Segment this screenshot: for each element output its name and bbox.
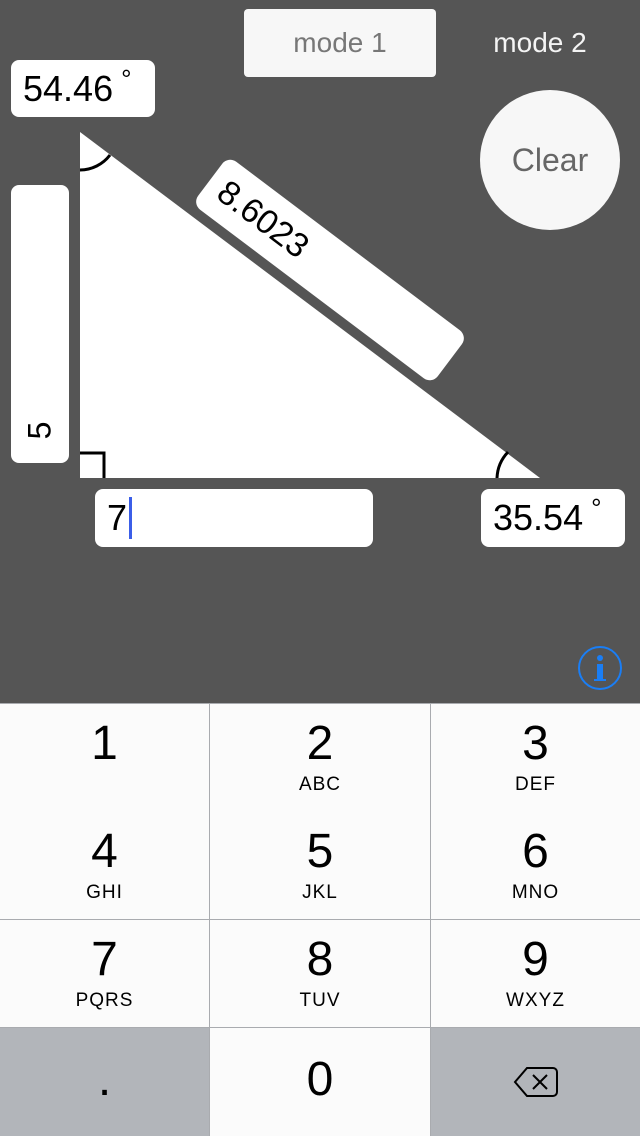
key-digit: 0 bbox=[306, 1053, 334, 1106]
key-5[interactable]: 5 JKL bbox=[210, 812, 430, 919]
key-letters: MNO bbox=[511, 882, 560, 903]
info-icon[interactable] bbox=[577, 645, 623, 691]
degree-symbol: ° bbox=[591, 493, 602, 523]
key-digit: 6 bbox=[522, 825, 549, 878]
side-horizontal-field[interactable]: 7 bbox=[95, 489, 373, 547]
numeric-keypad: 1 2 ABC 3 DEF 4 GHI 5 JKL 6 MNO 7 PQRS 8 TUV 9 WXYZ. 0 bbox=[0, 703, 640, 1136]
key-2[interactable]: 2 ABC bbox=[210, 704, 430, 812]
key-8[interactable]: 8 TUV bbox=[210, 920, 430, 1027]
key-4[interactable]: 4 GHI bbox=[0, 812, 209, 919]
backspace-icon bbox=[513, 1067, 558, 1097]
text-cursor bbox=[129, 497, 133, 539]
side-horizontal-value: 7 bbox=[107, 497, 128, 538]
key-digit: 5 bbox=[306, 825, 334, 878]
angle-bottom-field[interactable]: 35.54 ° bbox=[481, 489, 625, 547]
key-digit: 3 bbox=[522, 717, 549, 770]
degree-symbol: ° bbox=[121, 64, 132, 94]
key-digit: 4 bbox=[91, 825, 118, 878]
key-decimal[interactable]: . bbox=[0, 1028, 209, 1136]
key-letters: DEF bbox=[515, 774, 556, 795]
key-0[interactable]: 0 bbox=[210, 1028, 430, 1136]
angle-bottom-value: 35.54 bbox=[493, 497, 584, 538]
key-backspace[interactable] bbox=[431, 1028, 640, 1136]
key-letters: JKL bbox=[302, 882, 338, 903]
key-7[interactable]: 7 PQRS bbox=[0, 920, 209, 1027]
key-1[interactable]: 1 bbox=[0, 704, 209, 812]
side-vertical-field[interactable]: 5 bbox=[11, 185, 69, 463]
key-letters: ABC bbox=[298, 774, 342, 795]
angle-top-field[interactable]: 54.46 ° bbox=[11, 60, 155, 117]
key-9[interactable]: 9 WXYZ bbox=[431, 920, 640, 1027]
key-letters: TUV bbox=[299, 990, 341, 1011]
key-digit: 7 bbox=[91, 933, 118, 986]
triangle bbox=[80, 132, 540, 478]
key-letters: GHI bbox=[86, 882, 123, 903]
side-vertical-value: 5 bbox=[21, 421, 58, 440]
key-digit: 1 bbox=[91, 717, 118, 770]
key-letters: PQRS bbox=[75, 990, 134, 1011]
key-digit: . bbox=[97, 1053, 112, 1106]
key-digit: 2 bbox=[306, 717, 334, 770]
key-6[interactable]: 6 MNO bbox=[431, 812, 640, 919]
key-letters: WXYZ bbox=[506, 990, 565, 1011]
key-digit: 9 bbox=[522, 933, 549, 986]
key-3[interactable]: 3 DEF bbox=[431, 704, 640, 812]
key-digit: 8 bbox=[306, 933, 334, 986]
angle-top-value: 54.46 bbox=[23, 67, 114, 109]
